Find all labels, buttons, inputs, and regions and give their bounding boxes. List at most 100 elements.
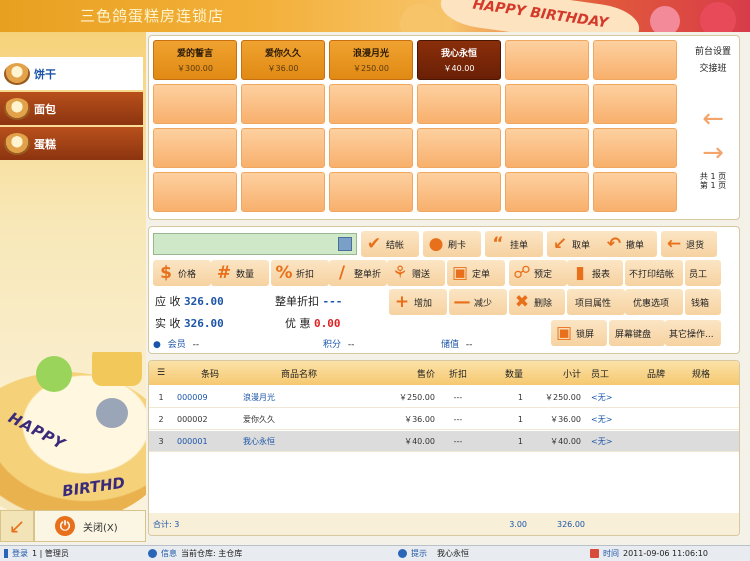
help-icon xyxy=(398,549,407,558)
promo-button[interactable]: 优惠选项 xyxy=(625,289,683,315)
points-label: 积分 xyxy=(323,340,342,350)
price-button[interactable]: $ 价格 xyxy=(153,260,211,286)
category-cookies[interactable]: 饼干 xyxy=(0,57,143,90)
empty-product-tile[interactable] xyxy=(329,84,413,124)
reduce-button[interactable]: — 减少 xyxy=(449,289,507,315)
col-name[interactable]: 商品名称 xyxy=(243,367,355,380)
cell-subtotal: ￥36.00 xyxy=(550,414,581,424)
undo-button[interactable]: ↶ 撤单 xyxy=(601,231,657,257)
empty-product-tile[interactable] xyxy=(505,84,589,124)
empty-product-tile[interactable] xyxy=(593,40,677,80)
list-icon[interactable]: ☰ xyxy=(149,368,173,378)
item-attr-button[interactable]: 项目属性 xyxy=(567,289,625,315)
empty-product-tile[interactable] xyxy=(329,128,413,168)
sidebar-footer: ↙ ⏻ 关闭(X) xyxy=(0,510,146,542)
col-subtotal[interactable]: 小计 xyxy=(523,367,581,380)
col-brand[interactable]: 品牌 xyxy=(631,367,681,380)
close-button[interactable]: ⏻ 关闭(X) xyxy=(34,510,146,542)
empty-product-tile[interactable] xyxy=(593,172,677,212)
product-name: 爱的誓言 xyxy=(176,49,213,59)
front-settings-link[interactable]: 前台设置 xyxy=(689,44,737,57)
empty-product-tile[interactable] xyxy=(593,84,677,124)
no-print-button[interactable]: 不打印结帐 xyxy=(625,260,683,286)
card-label: 刷卡 xyxy=(448,240,467,251)
reserve-label: 预定 xyxy=(534,269,553,280)
empty-product-tile[interactable] xyxy=(417,172,501,212)
reserve-button[interactable]: ☍ 预定 xyxy=(509,260,567,286)
table-row[interactable]: 2 000002 爱你久久 ￥36.00 --- 1 ￥36.00 <无> xyxy=(149,409,739,430)
cheese-figure xyxy=(92,352,142,386)
table-header: ☰ 条码 商品名称 售价 折扣 数量 小计 员工 品牌 规格 xyxy=(149,361,739,385)
qty-button[interactable]: # 数量 xyxy=(211,260,269,286)
category-cake[interactable]: 蛋糕 xyxy=(0,127,143,160)
product-tile[interactable]: 浪漫月光 ￥250.00 xyxy=(329,40,413,80)
empty-product-tile[interactable] xyxy=(153,172,237,212)
report-button[interactable]: ▮ 报表 xyxy=(567,260,623,286)
empty-product-tile[interactable] xyxy=(505,40,589,80)
offer-line: 优 惠 0.00 xyxy=(285,315,341,331)
table-row[interactable]: 1 000009 浪漫月光 ￥250.00 --- 1 ￥250.00 <无> xyxy=(149,387,739,408)
col-price[interactable]: 售价 xyxy=(355,367,435,380)
empty-product-tile[interactable] xyxy=(505,172,589,212)
add-label: 增加 xyxy=(414,298,433,309)
prev-page-icon[interactable]: ← xyxy=(689,106,737,132)
discount-button[interactable]: % 折扣 xyxy=(271,260,329,286)
other-actions-button[interactable]: 其它操作... xyxy=(665,320,721,346)
screen-keyboard-button[interactable]: 屏幕键盘 xyxy=(609,320,665,346)
barcode-input[interactable] xyxy=(153,233,357,255)
hold-button[interactable]: “ 挂单 xyxy=(485,231,543,257)
col-spec[interactable]: 规格 xyxy=(681,367,721,380)
refund-button[interactable]: ← 退货 xyxy=(661,231,717,257)
product-tile[interactable]: 爱的誓言 ￥300.00 xyxy=(153,40,237,80)
delete-button[interactable]: ✖ 删除 xyxy=(509,289,565,315)
empty-product-tile[interactable] xyxy=(241,172,325,212)
cashbox-button[interactable]: 钱箱 xyxy=(685,289,721,315)
col-qty[interactable]: 数量 xyxy=(481,367,523,380)
empty-product-tile[interactable] xyxy=(153,84,237,124)
col-code[interactable]: 条码 xyxy=(173,367,243,380)
arrow-down-left-icon: ↙ xyxy=(8,514,26,538)
total-amount: 326.00 xyxy=(557,519,585,529)
person-icon: ● xyxy=(428,234,444,254)
order-discount-button[interactable]: / 整单折 xyxy=(329,260,387,286)
scan-icon[interactable] xyxy=(338,237,352,251)
empty-product-tile[interactable] xyxy=(329,172,413,212)
empty-product-tile[interactable] xyxy=(241,84,325,124)
fetch-button[interactable]: ↙ 取单 xyxy=(547,231,605,257)
order-button[interactable]: ▣ 定单 xyxy=(447,260,505,286)
undo-label: 撤单 xyxy=(626,240,645,251)
staff-button[interactable]: 员工 xyxy=(685,260,721,286)
col-discount[interactable]: 折扣 xyxy=(435,367,481,380)
action-panel: ✔ 结帐 ● 刷卡 “ 挂单 ↙ 取单 ↶ 撤单 ← 退货 $ 价格 # 数量 % 折扣 / 整单折… xyxy=(148,226,740,354)
cell-staff: <无> xyxy=(591,414,613,424)
shift-handover-link[interactable]: 交接班 xyxy=(689,61,737,74)
empty-product-tile[interactable] xyxy=(153,128,237,168)
lock-button[interactable]: ▣ 锁屏 xyxy=(551,320,607,346)
gift-button[interactable]: ⚘ 赠送 xyxy=(387,260,445,286)
product-tile[interactable]: 爱你久久 ￥36.00 xyxy=(241,40,325,80)
product-tile[interactable]: 我心永恒 ￥40.00 xyxy=(417,40,501,80)
empty-product-tile[interactable] xyxy=(505,128,589,168)
category-label: 蛋糕 xyxy=(34,137,56,151)
back-arrow-button[interactable]: ↙ xyxy=(0,510,34,542)
table-row[interactable]: 3 000001 我心永恒 ￥40.00 --- 1 ￥40.00 <无> xyxy=(149,431,739,452)
member-info-line: ● 会员 -- 积分 -- 储值 -- xyxy=(153,337,553,350)
cake-icon xyxy=(4,132,30,155)
col-staff[interactable]: 员工 xyxy=(581,367,631,380)
cell-no: 2 xyxy=(158,414,164,424)
next-page-icon[interactable]: → xyxy=(689,140,737,166)
add-button[interactable]: + 增加 xyxy=(389,289,447,315)
checkout-button[interactable]: ✔ 结帐 xyxy=(361,231,419,257)
mouse-figure xyxy=(96,398,128,428)
empty-product-tile[interactable] xyxy=(593,128,677,168)
card-button[interactable]: ● 刷卡 xyxy=(423,231,481,257)
empty-product-tile[interactable] xyxy=(241,128,325,168)
empty-product-tile[interactable] xyxy=(417,84,501,124)
cell-disc: --- xyxy=(453,392,463,402)
login-value: 1 | 管理员 xyxy=(32,549,69,558)
hold-label: 挂单 xyxy=(510,240,529,251)
category-bread[interactable]: 面包 xyxy=(0,92,143,125)
empty-product-tile[interactable] xyxy=(417,128,501,168)
product-price: ￥40.00 xyxy=(443,64,475,73)
product-name: 我心永恒 xyxy=(440,49,477,59)
